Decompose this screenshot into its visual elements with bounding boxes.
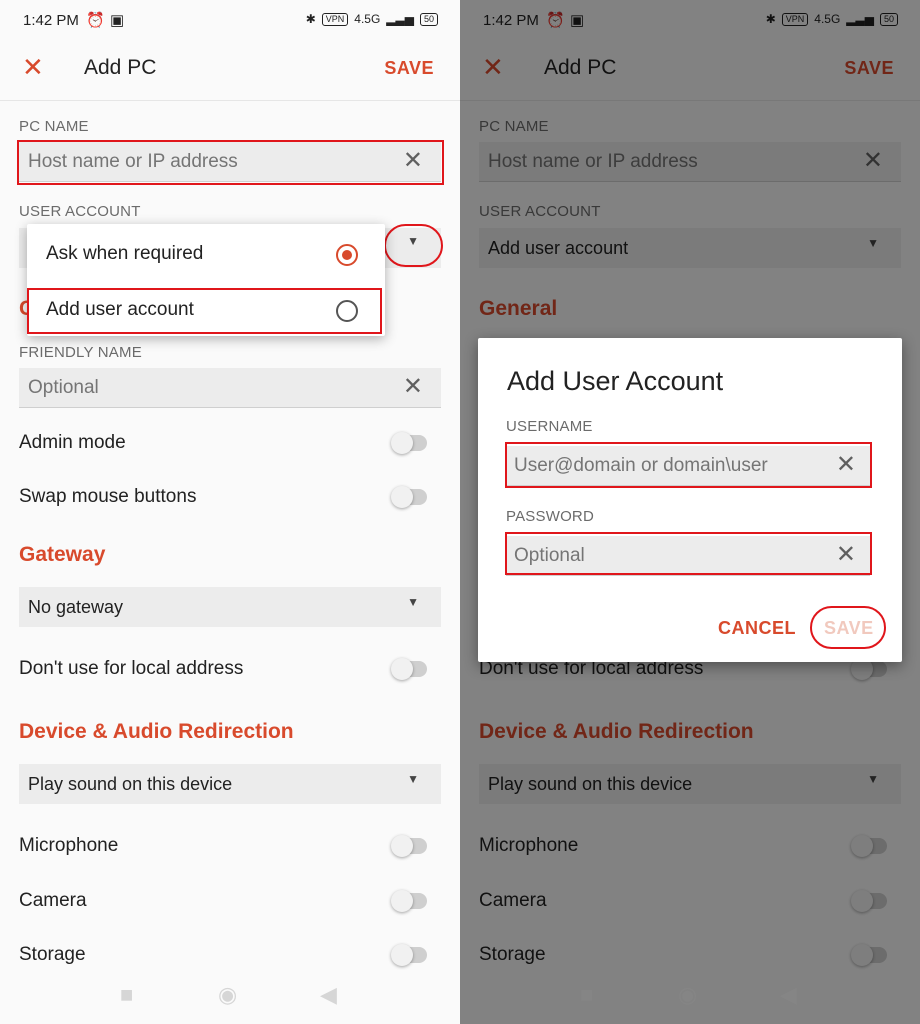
password-label: PASSWORD [506,508,594,525]
gateway-select[interactable]: No gateway ▼ [19,587,441,627]
cancel-button[interactable]: CANCEL [718,618,796,639]
storage-toggle[interactable] [391,944,427,966]
annotation-highlight [27,288,382,334]
annotation-highlight [505,442,872,488]
home-icon[interactable]: ◉ [218,982,237,1008]
friendly-name-placeholder: Optional [28,377,99,398]
gateway-heading: Gateway [19,543,106,566]
friendly-name-label: FRIENDLY NAME [19,344,142,361]
dialog-title: Add User Account [507,366,724,396]
sound-select[interactable]: Play sound on this device ▼ [19,764,441,804]
signal-icon: ▂▃▅ [386,12,414,26]
sound-selected: Play sound on this device [28,774,233,794]
pc-name-label: PC NAME [19,118,89,135]
left-screen: 1:42 PM ⏰ ▣ ✱ VPN 4.5G ▂▃▅ 50 ✕ Add PC S… [0,0,460,1024]
save-button[interactable]: SAVE [384,58,434,79]
microphone-toggle[interactable] [391,835,427,857]
admin-mode-toggle[interactable] [391,432,427,454]
annotation-highlight [505,532,872,575]
device-audio-heading: Device & Audio Redirection [19,720,294,743]
menu-item-ask-when-required[interactable]: Ask when required [46,243,203,265]
dropdown-arrow-icon[interactable]: ▼ [407,772,419,786]
annotation-highlight [384,224,443,267]
swap-mouse-toggle[interactable] [391,486,427,508]
radio-selected-icon[interactable] [336,244,358,266]
notification-icon: ▣ [110,12,125,29]
microphone-label: Microphone [19,835,119,856]
swap-mouse-label: Swap mouse buttons [19,486,197,507]
dropdown-arrow-icon[interactable]: ▼ [407,595,419,609]
battery-icon: 50 [419,12,438,26]
page-title: Add PC [84,56,157,79]
status-time: 1:42 PM [23,12,79,29]
network-label: 4.5G [354,12,381,26]
user-account-label: USER ACCOUNT [19,203,141,220]
local-address-toggle[interactable] [391,658,427,680]
username-label: USERNAME [506,418,593,435]
alarm-icon: ⏰ [86,12,105,29]
clear-icon[interactable]: ✕ [403,372,423,402]
annotation-highlight [17,140,444,185]
camera-toggle[interactable] [391,890,427,912]
annotation-highlight [810,606,886,649]
camera-label: Camera [19,890,87,911]
storage-label: Storage [19,944,86,965]
gateway-selected: No gateway [28,597,124,617]
nav-bar: ■ ◉ ◀ [0,968,460,1024]
bluetooth-icon: ✱ [305,12,316,26]
friendly-name-input[interactable]: Optional ✕ [19,368,441,408]
vpn-icon: VPN [321,12,349,26]
local-address-label: Don't use for local address [19,658,244,679]
status-bar: 1:42 PM ⏰ ▣ ✱ VPN 4.5G ▂▃▅ 50 [0,0,460,44]
close-icon[interactable]: ✕ [22,54,44,80]
admin-mode-label: Admin mode [19,432,126,453]
recents-icon[interactable]: ■ [120,982,133,1008]
back-icon[interactable]: ◀ [320,982,337,1008]
app-bar: ✕ Add PC SAVE [0,44,460,101]
